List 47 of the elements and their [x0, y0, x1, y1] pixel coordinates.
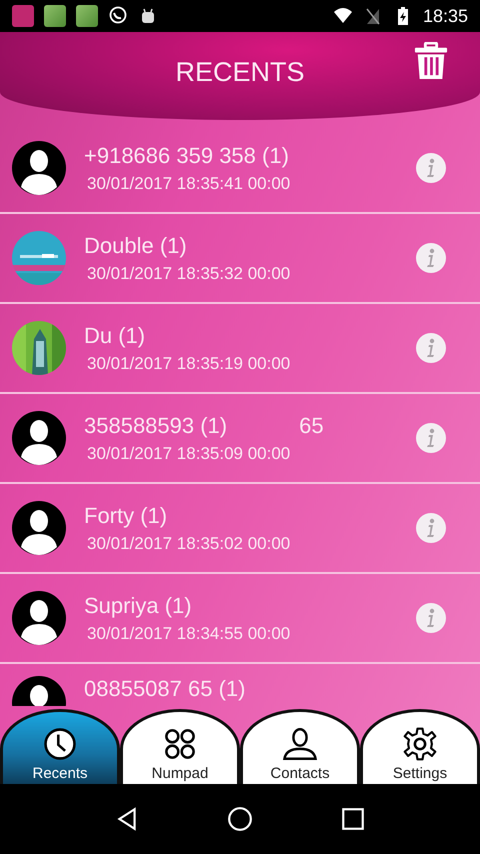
tab-button[interactable]: Contacts: [240, 709, 360, 784]
trash-icon[interactable]: [414, 42, 448, 80]
tab-button[interactable]: Numpad: [120, 709, 240, 784]
chat-icon: [108, 6, 128, 26]
info-icon[interactable]: [416, 333, 446, 363]
info-icon[interactable]: [416, 603, 446, 633]
call-time: 30/01/2017 18:35:02 00:00: [87, 534, 292, 554]
caller-name: Supriya (1): [84, 592, 192, 618]
avatar-icon: [12, 141, 66, 195]
avatar-icon: [12, 411, 66, 465]
info-icon[interactable]: [416, 243, 446, 273]
clock-icon: [42, 727, 78, 761]
info-icon[interactable]: [416, 423, 446, 453]
call-time: 30/01/2017 18:35:19 00:00: [87, 354, 292, 374]
call-row[interactable]: Supriya (1) 30/01/2017 18:34:55 00:00: [0, 574, 480, 664]
contact-icon: [282, 727, 318, 761]
call-row[interactable]: 358588593 (1) 65 30/01/2017 18:35:09 00:00: [0, 394, 480, 484]
tab-button[interactable]: Recents: [0, 709, 120, 784]
call-row[interactable]: Forty (1) 30/01/2017 18:35:02 00:00: [0, 484, 480, 574]
call-row[interactable]: Double (1) 30/01/2017 18:35:32 00:00: [0, 214, 480, 304]
info-icon[interactable]: [416, 153, 446, 183]
call-time: 30/01/2017 18:34:55 00:00: [87, 624, 292, 644]
caller-name: Forty (1): [84, 502, 168, 528]
app-icon: [12, 5, 34, 27]
caller-name: Double (1): [84, 232, 187, 258]
info-icon[interactable]: [416, 513, 446, 543]
stray-text: 65: [299, 412, 324, 438]
recents-icon[interactable]: [340, 806, 366, 832]
call-time: 30/01/2017 18:35:09 00:00: [87, 444, 292, 464]
settings-icon: [402, 727, 438, 761]
caller-name: 08855087 65 (1): [84, 676, 246, 702]
tab-button[interactable]: Settings: [360, 709, 480, 784]
home-icon[interactable]: [226, 806, 253, 832]
call-time: 30/01/2017 18:35:41 00:00: [87, 174, 292, 194]
screen-title: RECENTS: [175, 56, 304, 88]
caller-name: 358588593 (1): [84, 412, 228, 438]
app-icon: [76, 5, 98, 27]
call-row[interactable]: Du (1) 30/01/2017 18:35:19 00:00: [0, 304, 480, 394]
avatar-icon: [12, 591, 66, 645]
caller-name: +918686 359 358 (1): [84, 142, 289, 168]
caller-name: Du (1): [84, 322, 146, 348]
call-time: 30/01/2017 18:35:32 00:00: [87, 264, 292, 284]
avatar-icon: [12, 501, 66, 555]
call-row[interactable]: +918686 359 358 (1) 30/01/2017 18:35:41 00:00: [0, 124, 480, 214]
grid-icon: [162, 727, 198, 761]
app-icon: [44, 5, 66, 27]
clock-time: 18:35: [422, 6, 468, 26]
